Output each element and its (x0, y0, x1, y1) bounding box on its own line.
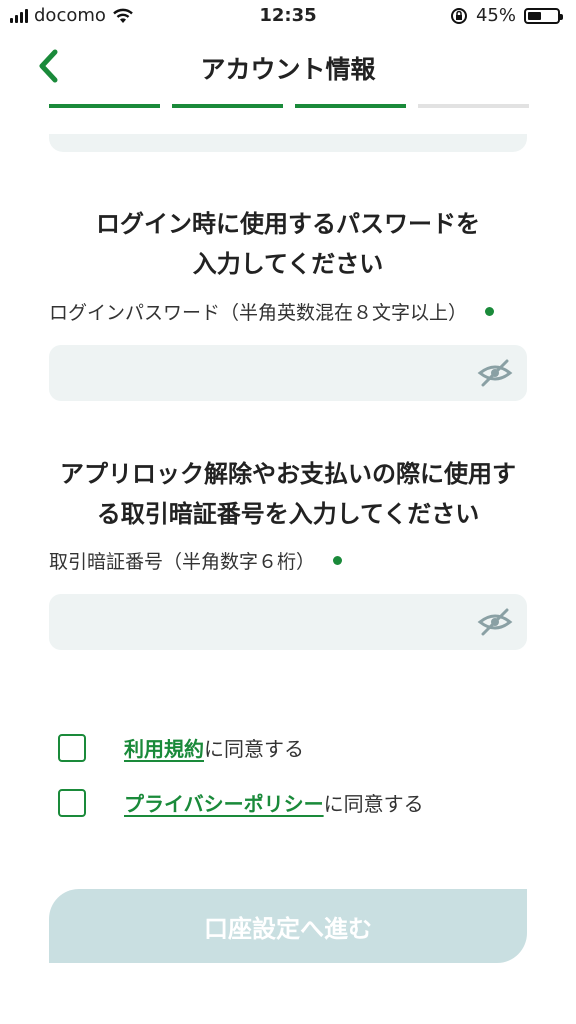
password-label-text: ログインパスワード（半角英数混在８文字以上） (49, 302, 468, 324)
battery-percent: 45% (475, 5, 516, 26)
step-indicator (49, 104, 160, 108)
required-dot (333, 556, 343, 565)
privacy-agreement: プライバシーポリシー に同意する (58, 788, 424, 817)
password-label: ログインパスワード（半角英数混在８文字以上） (49, 298, 495, 325)
nav-bar: アカウント情報 (0, 40, 576, 92)
password-input[interactable] (49, 345, 485, 401)
terms-link[interactable]: 利用規約 (124, 733, 204, 762)
password-heading-line: ログイン時に使用するパスワードを (96, 210, 480, 238)
password-heading: ログイン時に使用するパスワードを 入力してください (30, 204, 546, 284)
battery-icon (524, 7, 563, 24)
pin-heading-line: アプリロック解除やお支払いの際に使用す (60, 460, 516, 488)
step-indicator (172, 104, 283, 108)
pin-label: 取引暗証番号（半角数字６桁） (49, 547, 343, 574)
pin-label-text: 取引暗証番号（半角数字６桁） (49, 551, 316, 573)
privacy-suffix: に同意する (323, 792, 424, 816)
proceed-button[interactable]: 口座設定へ進む (49, 889, 527, 963)
password-heading-line: 入力してください (192, 250, 384, 278)
privacy-policy-link[interactable]: プライバシーポリシー (124, 788, 324, 817)
pin-heading: アプリロック解除やお支払いの際に使用す る取引暗証番号を入力してください (30, 454, 546, 534)
eye-off-icon[interactable] (477, 608, 513, 636)
previous-input-field[interactable] (49, 134, 527, 152)
pin-heading-line: る取引暗証番号を入力してください (96, 500, 480, 528)
terms-suffix: に同意する (204, 737, 304, 761)
page-title: アカウント情報 (200, 55, 376, 84)
terms-checkbox[interactable] (58, 733, 86, 762)
pin-input[interactable] (49, 594, 485, 650)
eye-off-icon[interactable] (477, 359, 513, 387)
privacy-checkbox[interactable] (58, 788, 86, 817)
pin-field[interactable] (49, 594, 527, 650)
step-indicator (295, 104, 406, 108)
password-field[interactable] (49, 345, 527, 401)
terms-agreement: 利用規約 に同意する (58, 733, 304, 762)
step-progress (49, 104, 529, 108)
rotation-lock-icon (450, 7, 467, 24)
status-bar: docomo 12:35 45% (0, 0, 576, 34)
status-right: 45% (450, 5, 563, 26)
required-dot (485, 307, 495, 316)
step-indicator (418, 104, 529, 108)
